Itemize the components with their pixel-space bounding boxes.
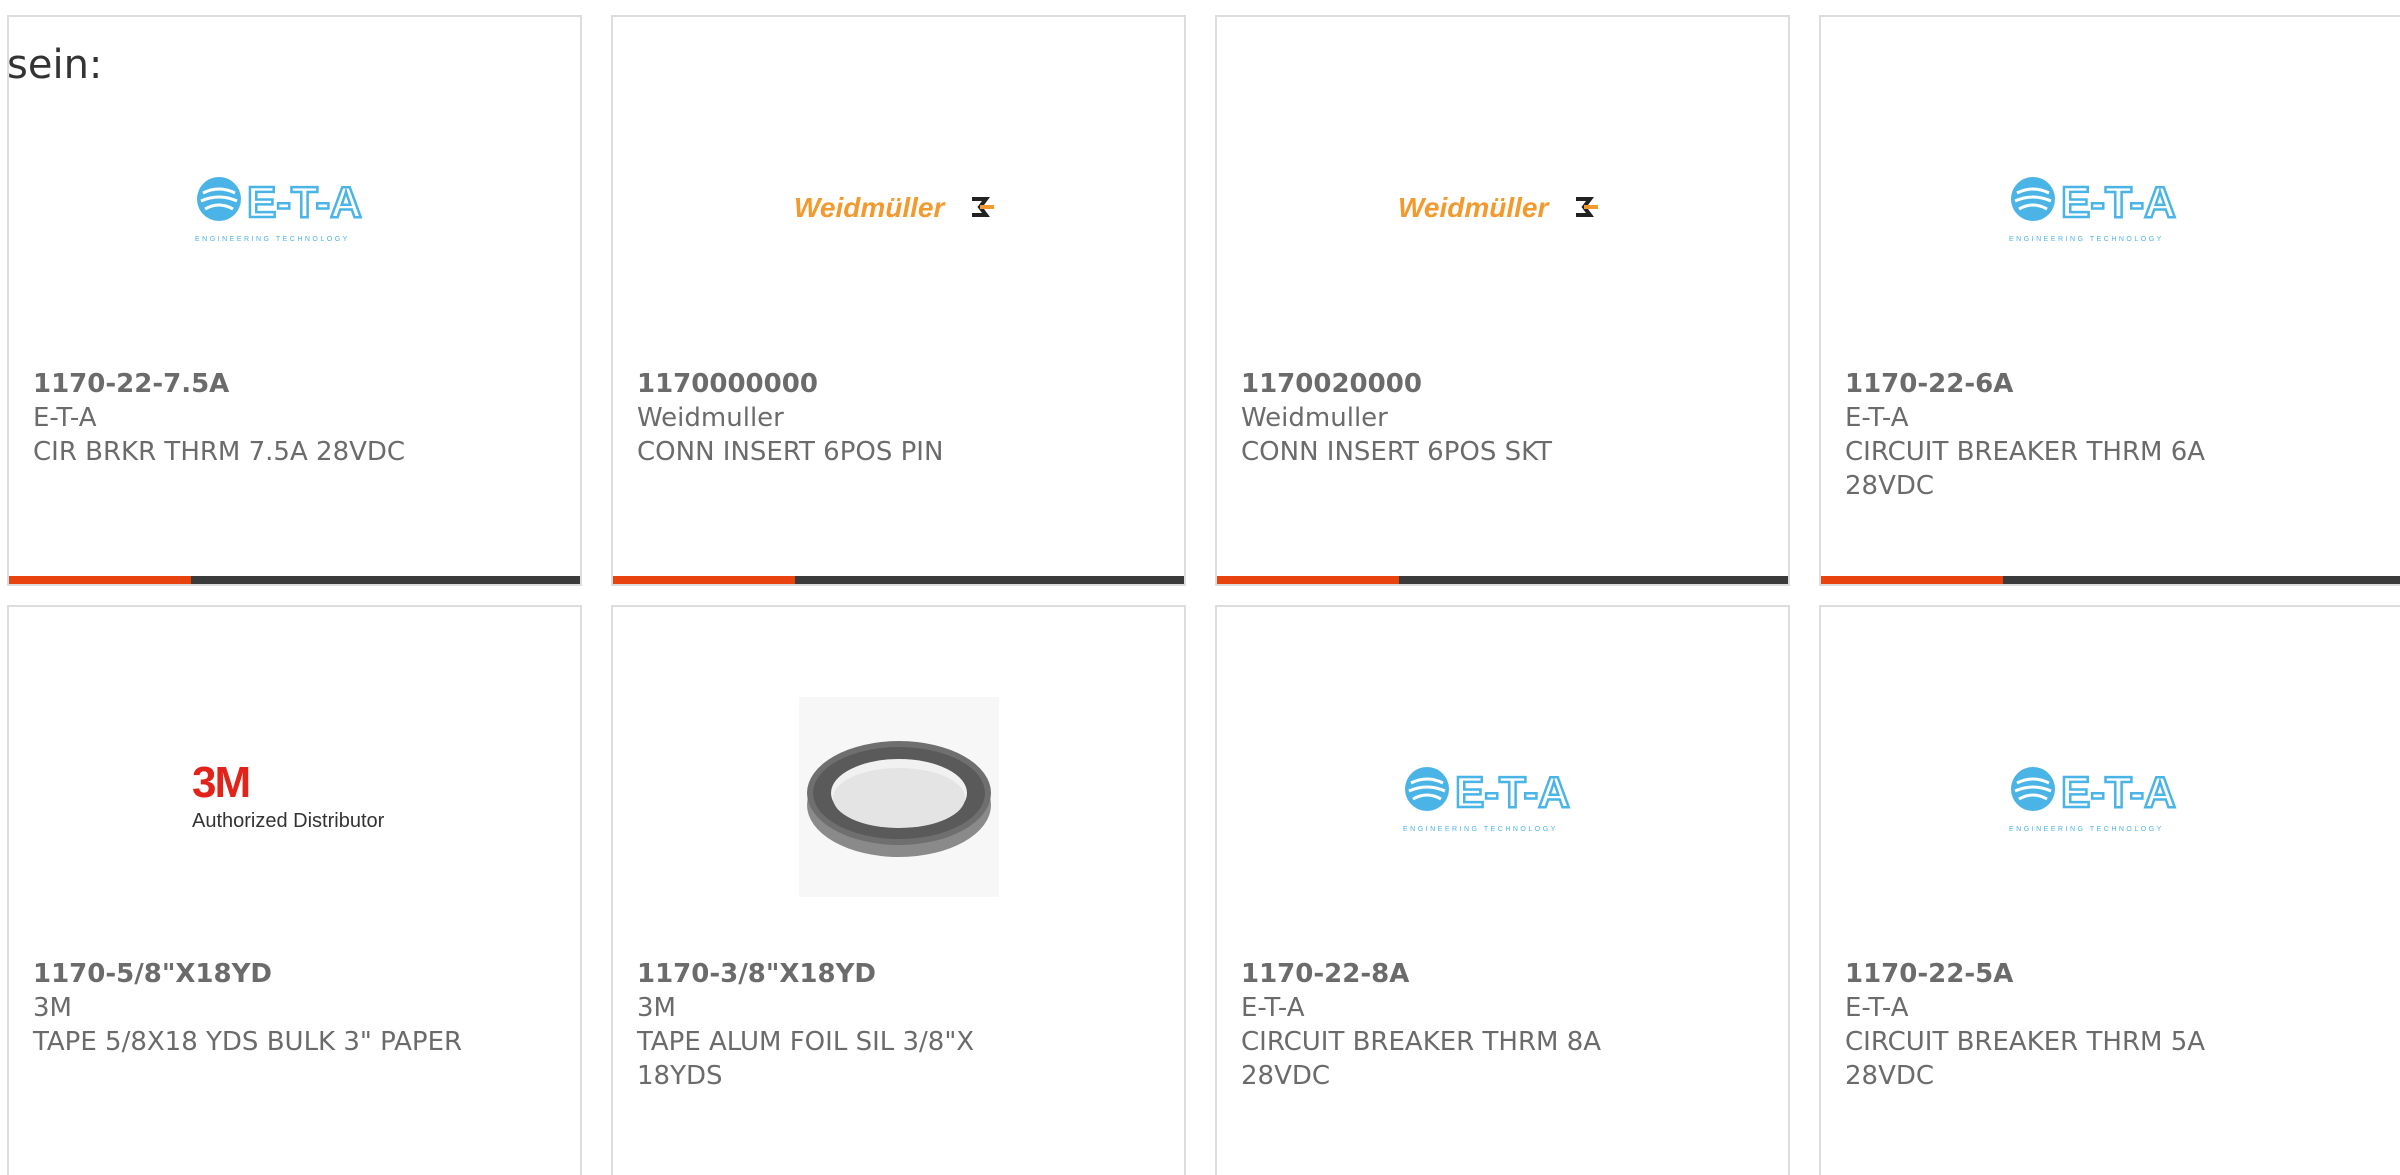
manufacturer: Weidmuller <box>637 403 784 433</box>
part-number[interactable]: 1170-22-6A <box>1845 367 2245 401</box>
card-bottom-bar <box>1821 576 2400 584</box>
svg-text:ENGINEERING TECHNOLOGY: ENGINEERING TECHNOLOGY <box>2009 236 2164 243</box>
svg-text:Weidmüller: Weidmüller <box>794 192 947 223</box>
description: CIR BRKR THRM 7.5A 28VDC <box>33 437 406 467</box>
part-number[interactable]: 1170-22-7.5A <box>33 367 556 401</box>
svg-text:Authorized Distributor: Authorized Distributor <box>192 810 385 832</box>
product-card[interactable]: E-T-A ENGINEERING TECHNOLOGY 1170-22-7.5… <box>7 15 582 586</box>
manufacturer: 3M <box>637 993 676 1023</box>
svg-text:3M: 3M <box>192 758 249 807</box>
description: CIRCUIT BREAKER THRM 5A 28VDC <box>1845 1027 2206 1091</box>
description: TAPE ALUM FOIL SIL 3/8"X 18YDS <box>637 1027 975 1091</box>
description: TAPE 5/8X18 YDS BULK 3" PAPER <box>33 1027 463 1057</box>
product-card[interactable]: E-T-A ENGINEERING TECHNOLOGY 1170-22-8A … <box>1215 605 1790 1175</box>
card-bottom-bar <box>1217 576 1788 584</box>
description: CIRCUIT BREAKER THRM 8A 28VDC <box>1241 1027 1602 1091</box>
3m-authorized-distributor-logo: 3M Authorized Distributor <box>9 677 580 917</box>
eta-logo: E-T-A ENGINEERING TECHNOLOGY <box>1217 677 1788 917</box>
product-card[interactable]: 3M Authorized Distributor 1170-5/8"X18YD… <box>7 605 582 1175</box>
manufacturer: E-T-A <box>1845 403 1909 433</box>
svg-text:E-T-A: E-T-A <box>247 178 362 227</box>
eta-logo: E-T-A ENGINEERING TECHNOLOGY <box>1821 677 2396 917</box>
svg-text:ENGINEERING TECHNOLOGY: ENGINEERING TECHNOLOGY <box>1403 826 1558 833</box>
card-bottom-bar <box>613 576 1184 584</box>
description: CONN INSERT 6POS SKT <box>1241 437 1553 467</box>
product-card[interactable]: E-T-A ENGINEERING TECHNOLOGY 1170-22-6A … <box>1819 15 2400 586</box>
manufacturer: E-T-A <box>1241 993 1305 1023</box>
manufacturer: E-T-A <box>1845 993 1909 1023</box>
eta-logo: E-T-A ENGINEERING TECHNOLOGY <box>9 87 580 327</box>
svg-text:ENGINEERING TECHNOLOGY: ENGINEERING TECHNOLOGY <box>2009 826 2164 833</box>
part-number[interactable]: 1170020000 <box>1241 367 1764 401</box>
weidmuller-logo: Weidmüller <box>1217 87 1788 327</box>
description: CONN INSERT 6POS PIN <box>637 437 944 467</box>
manufacturer: E-T-A <box>33 403 97 433</box>
product-card[interactable]: E-T-A ENGINEERING TECHNOLOGY 1170-22-5A … <box>1819 605 2400 1175</box>
part-number[interactable]: 1170-3/8"X18YD <box>637 957 1160 991</box>
product-card[interactable]: Weidmüller 1170020000 Weidmuller CONN IN… <box>1215 15 1790 586</box>
product-card[interactable]: Weidmüller 1170000000 Weidmuller CONN IN… <box>611 15 1186 586</box>
part-number[interactable]: 1170000000 <box>637 367 1160 401</box>
svg-text:E-T-A: E-T-A <box>2061 178 2176 227</box>
description: CIRCUIT BREAKER THRM 6A 28VDC <box>1845 437 2206 501</box>
intro-text: sein: <box>7 42 103 88</box>
manufacturer: Weidmuller <box>1241 403 1388 433</box>
tape-roll-image <box>613 677 1184 917</box>
part-number[interactable]: 1170-5/8"X18YD <box>33 957 556 991</box>
card-bottom-bar <box>9 576 580 584</box>
part-number[interactable]: 1170-22-8A <box>1241 957 1764 991</box>
manufacturer: 3M <box>33 993 72 1023</box>
svg-text:E-T-A: E-T-A <box>2061 768 2176 817</box>
svg-text:Weidmüller: Weidmüller <box>1398 192 1551 223</box>
weidmuller-logo: Weidmüller <box>613 87 1184 327</box>
svg-text:E-T-A: E-T-A <box>1455 768 1570 817</box>
eta-logo: E-T-A ENGINEERING TECHNOLOGY <box>1821 87 2396 327</box>
svg-text:ENGINEERING TECHNOLOGY: ENGINEERING TECHNOLOGY <box>195 236 350 243</box>
part-number[interactable]: 1170-22-5A <box>1845 957 2245 991</box>
product-card[interactable]: 1170-3/8"X18YD 3M TAPE ALUM FOIL SIL 3/8… <box>611 605 1186 1175</box>
